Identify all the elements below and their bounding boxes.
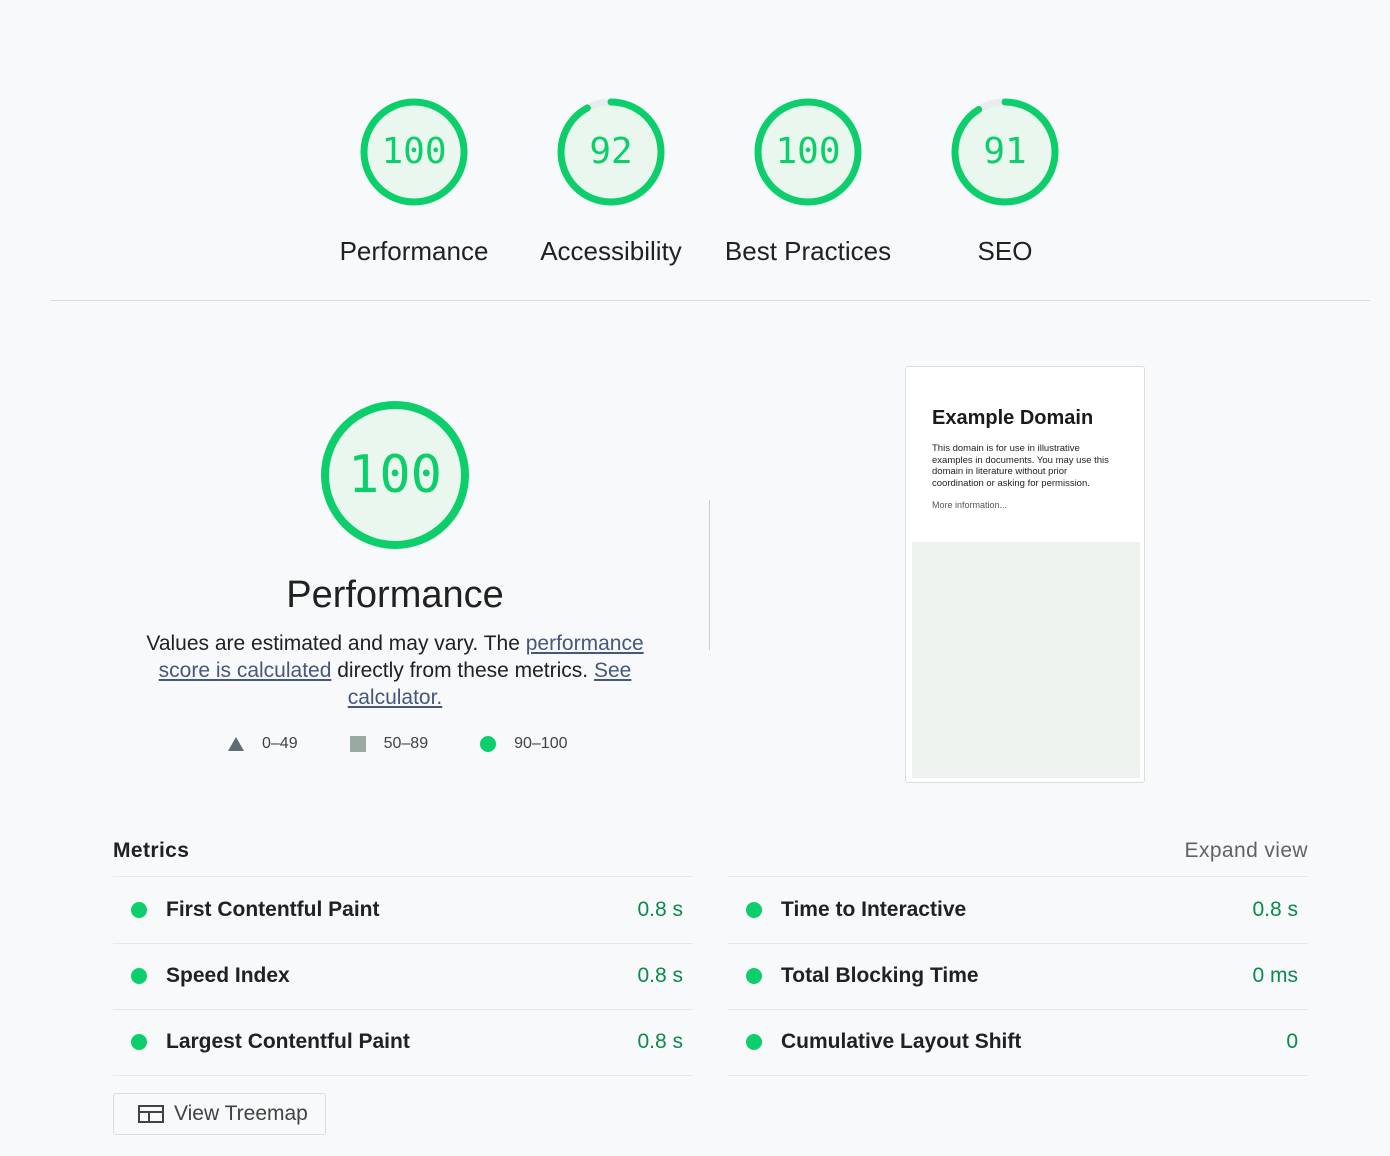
pass-circle-icon [131,968,147,985]
metric-cumulative-layout-shift: Cumulative Layout Shift 0 [728,1009,1308,1076]
pass-circle-icon [746,968,762,985]
gauge-score: 100 [775,131,841,172]
description-text: directly from these metrics. [331,659,594,682]
metric-name: Cumulative Layout Shift [781,1030,1022,1054]
metric-name: Largest Contentful Paint [166,1030,410,1054]
gauge-label: Accessibility [540,236,682,266]
metric-name: First Contentful Paint [166,897,380,921]
metrics-column-left: First Contentful Paint 0.8 s Speed Index… [113,876,693,1076]
gauge-accessibility[interactable]: 92 Accessibility [511,96,711,268]
metric-value: 0.8 s [1252,897,1298,921]
metric-first-contentful-paint: First Contentful Paint 0.8 s [113,876,693,943]
gauge-label: Performance [339,236,489,266]
performance-score: 100 [348,445,442,505]
metrics-column-right: Time to Interactive 0.8 s Total Blocking… [728,876,1308,1076]
metric-name: Speed Index [166,964,290,988]
legend-fail: 0–49 [228,735,298,753]
metric-time-to-interactive: Time to Interactive 0.8 s [728,876,1308,943]
triangle-icon [228,737,244,751]
screenshot-blank-area [912,542,1140,778]
legend-pass-label: 90–100 [514,735,568,752]
expand-view-toggle[interactable]: Expand view [1185,839,1308,863]
view-treemap-label: View Treemap [174,1102,308,1125]
metric-value: 0 ms [1252,964,1298,988]
square-icon [349,736,366,752]
performance-gauge: 100 [318,398,472,552]
legend-average-label: 50–89 [383,735,429,752]
pass-circle-icon [746,1034,762,1051]
screenshot-link: More information... [932,500,1008,510]
gauge-score: 91 [983,131,1027,172]
score-scale-legend: 0–49 50–89 90–100 [228,733,567,755]
metric-name: Time to Interactive [781,897,967,921]
metrics-title: Metrics [113,839,190,862]
lighthouse-report: 100 Performance 92 Accessibility 100 Bes… [0,0,1390,1156]
performance-summary: 100 Performance Values are estimated and… [120,398,670,711]
metric-value: 0.8 s [637,964,683,988]
legend-fail-label: 0–49 [262,735,298,752]
legend-pass: 90–100 [480,735,567,753]
performance-title: Performance [286,574,504,616]
pass-circle-icon [746,901,762,918]
pass-circle-icon [131,901,147,918]
treemap-icon [138,1105,164,1123]
gauge-best-practices[interactable]: 100 Best Practices [708,96,908,268]
view-treemap-button[interactable]: View Treemap [113,1093,326,1135]
metric-name: Total Blocking Time [781,964,979,988]
screenshot-text: This domain is for use in illustrative e… [932,443,1109,489]
metrics-header: Metrics Expand view [113,836,1308,866]
screenshot-title: Example Domain [932,407,1094,429]
metric-value: 0.8 s [637,897,683,921]
gauge-score: 92 [589,131,633,172]
section-divider [50,300,1370,301]
metric-total-blocking-time: Total Blocking Time 0 ms [728,942,1308,1010]
performance-description: Values are estimated and may vary. The p… [130,630,660,711]
pass-circle-icon [131,1034,147,1051]
circle-icon [480,736,497,752]
metric-value: 0.8 s [637,1030,683,1054]
legend-average: 50–89 [349,735,429,753]
vertical-divider [709,500,710,650]
gauge-label: SEO [977,236,1033,266]
gauge-performance[interactable]: 100 Performance [314,96,514,268]
final-screenshot[interactable]: Example Domain This domain is for use in… [905,366,1145,783]
metric-largest-contentful-paint: Largest Contentful Paint 0.8 s [113,1009,693,1076]
description-text: Values are estimated and may vary. The [146,632,526,655]
metric-speed-index: Speed Index 0.8 s [113,942,693,1010]
metric-value: 0 [1286,1030,1298,1054]
gauge-label: Best Practices [724,236,892,266]
gauge-seo[interactable]: 91 SEO [905,96,1105,268]
gauge-score: 100 [381,131,447,172]
